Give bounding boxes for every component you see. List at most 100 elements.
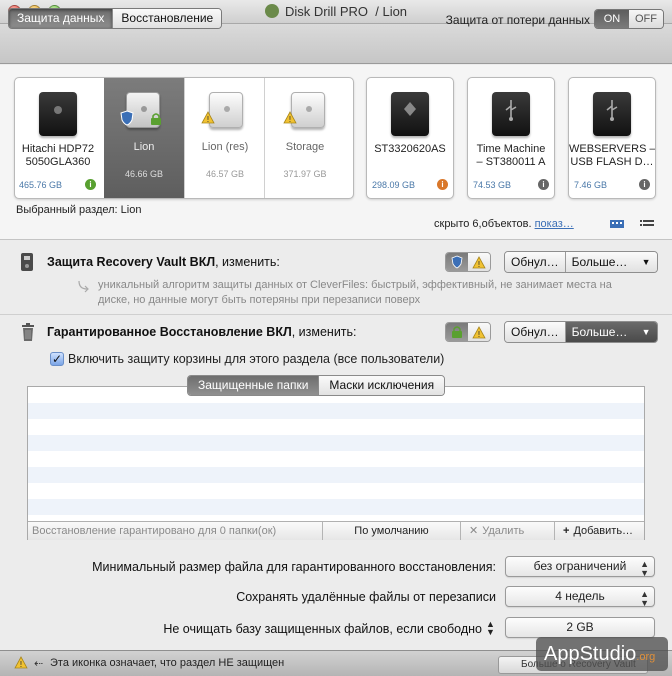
warning-icon: ! xyxy=(14,656,28,672)
status-text: Эта иконка означает, что раздел НЕ защищ… xyxy=(50,657,285,669)
default-button[interactable]: По умолчанию xyxy=(322,522,460,540)
warning-icon: ! xyxy=(283,111,297,127)
partition-name: Lion (res) xyxy=(201,141,249,153)
disk-webservers-usb[interactable]: WEBSERVERS – USB FLASH D… 7.46 GB i xyxy=(568,77,656,199)
vault-description: уникальный алгоритм защиты данных от Cle… xyxy=(98,279,612,306)
trash-protection-label: Включить защиту корзины для этого раздел… xyxy=(68,352,445,366)
partition-size: 371.97 GB xyxy=(283,169,327,179)
list-item[interactable] xyxy=(28,419,644,435)
list-item[interactable] xyxy=(28,435,644,451)
warning-icon[interactable]: ! xyxy=(468,323,490,341)
tab-protected-folders[interactable]: Защищенные папки xyxy=(188,376,319,395)
stepper-arrows-icon[interactable]: ▲ ▼ xyxy=(486,620,495,637)
guaranteed-status-switch[interactable]: ! xyxy=(445,322,491,342)
warning-icon: ! xyxy=(201,111,215,127)
info-icon[interactable]: i xyxy=(639,179,650,190)
list-view-icon[interactable] xyxy=(640,218,654,228)
left-arrow-icon: ⇠ xyxy=(34,658,44,670)
disk-name-line1: Time Machine xyxy=(476,143,546,155)
keep-deleted-label: Сохранять удалённые файлы от перезаписи xyxy=(236,590,496,604)
usb-disk-icon xyxy=(593,92,631,136)
info-icon[interactable]: i xyxy=(85,179,96,190)
partition-lion-res[interactable]: ! Lion (res) 46.57 GB xyxy=(185,78,265,198)
protection-label: Защита от потери данных xyxy=(445,13,590,27)
free-space-label: Не очищать базу защищенных файлов, если … xyxy=(163,622,482,636)
disk-time-machine[interactable]: Time Machine – ST380011 A 74.53 GB i xyxy=(467,77,555,199)
partition-size: 46.66 GB xyxy=(124,169,164,179)
lock-icon xyxy=(149,112,163,129)
tab-exclusion-masks[interactable]: Маски исключения xyxy=(318,376,445,395)
protection-toggle[interactable]: ON OFF xyxy=(594,9,664,29)
guaranteed-more-button[interactable]: Больше… ▼ xyxy=(564,322,657,342)
plus-icon: + xyxy=(563,525,570,537)
info-icon[interactable]: i xyxy=(538,179,549,190)
partition-name: Storage xyxy=(285,141,325,153)
vault-status-switch[interactable]: ! xyxy=(445,252,491,272)
vault-actions: Обнул… Больше… ▼ xyxy=(504,251,658,273)
svg-text:!: ! xyxy=(206,115,209,124)
guaranteed-reset-button[interactable]: Обнул… xyxy=(505,322,565,342)
guaranteed-count-label: Восстановление гарантировано для 0 папки… xyxy=(32,525,277,537)
disk-st3320620as[interactable]: ST3320620AS 298.09 GB i xyxy=(366,77,454,199)
hard-disk-icon xyxy=(39,92,77,136)
delete-button[interactable]: ✕ Удалить xyxy=(460,522,554,540)
toggle-off[interactable]: OFF xyxy=(629,10,663,28)
list-item[interactable] xyxy=(28,451,644,467)
protected-folders-list[interactable]: Восстановление гарантировано для 0 папки… xyxy=(27,386,645,540)
list-item[interactable] xyxy=(28,403,644,419)
stepper-arrows-icon: ▲ ▼ xyxy=(640,589,649,608)
disk-name-line2: 5050GLA360 xyxy=(25,156,91,168)
toggle-on[interactable]: ON xyxy=(595,10,629,28)
disk-size: 298.09 GB xyxy=(372,180,416,190)
disk-name-line1: ST3320620AS xyxy=(374,143,446,155)
vault-title: Защита Recovery Vault ВКЛ, изменить: xyxy=(47,255,280,269)
selected-partition-label: Выбранный раздел: Lion xyxy=(16,204,142,216)
vault-disk-icon xyxy=(19,252,35,275)
show-hidden-link[interactable]: показ… xyxy=(535,218,574,230)
disk-name-line2: – ST380011 A xyxy=(476,156,546,168)
disk-name-line1: WEBSERVERS – xyxy=(569,143,655,155)
trash-icon xyxy=(20,322,36,345)
list-rows xyxy=(28,403,644,515)
disk-size: 465.76 GB xyxy=(19,180,63,190)
guaranteed-title: Гарантированное Восстановление ВКЛ, изме… xyxy=(47,325,357,339)
warning-icon[interactable]: ! xyxy=(468,253,490,271)
vault-more-button[interactable]: Больше… ▼ xyxy=(564,252,657,272)
watermark: AppStudio.org xyxy=(536,637,668,671)
lock-icon[interactable] xyxy=(446,323,468,341)
list-item[interactable] xyxy=(28,483,644,499)
toolbar xyxy=(0,24,672,64)
icon-view-icon[interactable] xyxy=(610,218,624,228)
min-file-size-label: Минимальный размер файла для гарантирова… xyxy=(92,560,496,574)
trash-protection-checkbox[interactable]: ✓ xyxy=(50,352,64,366)
list-item[interactable] xyxy=(28,467,644,483)
tab-data-protection[interactable]: Защита данных xyxy=(9,9,113,28)
return-arrow-icon xyxy=(77,279,91,296)
disk-name-line2: USB FLASH D… xyxy=(570,156,654,168)
disk-size: 7.46 GB xyxy=(574,180,608,190)
keep-deleted-select[interactable]: 4 недель ▲ ▼ xyxy=(505,586,655,608)
partition-storage[interactable]: ! Storage 371.97 GB xyxy=(265,78,353,198)
svg-text:!: ! xyxy=(19,660,22,669)
partition-name: Lion xyxy=(133,141,155,153)
info-icon[interactable]: i xyxy=(437,179,448,190)
add-button[interactable]: + Добавить… xyxy=(554,522,644,540)
shield-icon xyxy=(120,110,134,129)
vault-reset-button[interactable]: Обнул… xyxy=(505,252,565,272)
dropdown-arrow-icon: ▼ xyxy=(641,257,651,267)
svg-text:!: ! xyxy=(288,115,291,124)
guaranteed-actions: Обнул… Больше… ▼ xyxy=(504,321,658,343)
shield-icon[interactable] xyxy=(446,253,468,271)
hidden-objects-label: скрыто 6,объектов. показ… xyxy=(434,218,574,230)
usb-disk-icon xyxy=(492,92,530,136)
disk-hitachi[interactable]: Hitachi HDP72 5050GLA360 465.76 GB i xyxy=(15,78,104,198)
app-icon xyxy=(264,4,279,18)
tab-recovery[interactable]: Восстановление xyxy=(112,9,222,28)
svg-text:!: ! xyxy=(477,260,480,269)
free-space-select[interactable]: 2 GB xyxy=(505,617,655,638)
list-item[interactable] xyxy=(28,499,644,515)
mode-tabs: Защита данных Восстановление xyxy=(8,8,223,29)
min-file-size-select[interactable]: без ограничений ▲ ▼ xyxy=(505,556,655,578)
disk-size: 74.53 GB xyxy=(473,180,512,190)
partition-lion[interactable]: Lion 46.66 GB xyxy=(104,78,184,198)
